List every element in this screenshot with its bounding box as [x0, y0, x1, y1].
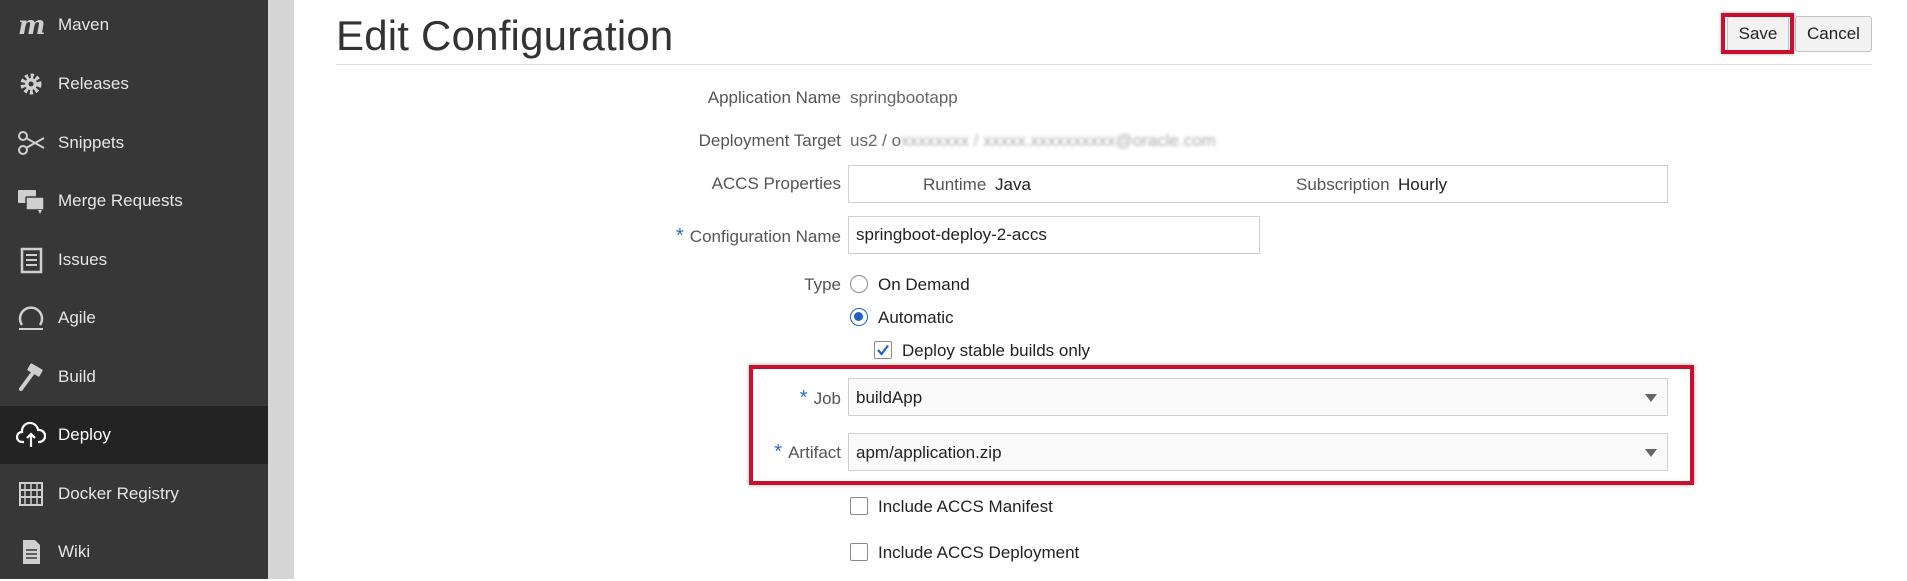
document-icon: [15, 536, 47, 568]
sidebar-item-wiki[interactable]: Wiki: [0, 523, 268, 581]
cloud-upload-icon: [15, 419, 47, 451]
gear-icon: [15, 68, 47, 100]
sidebar-item-label: Agile: [58, 308, 96, 327]
sidebar-item-label: Wiki: [58, 542, 91, 561]
chevron-down-icon: [1645, 449, 1657, 457]
deploy-stable-checkbox[interactable]: [874, 341, 892, 359]
sidebar: m Maven Releases Snippets Merge Requests…: [0, 0, 268, 579]
type-automatic-radio[interactable]: [850, 308, 868, 326]
include-manifest-checkbox[interactable]: [850, 497, 868, 515]
page-title: Edit Configuration: [336, 12, 674, 59]
sidebar-item-issues[interactable]: Issues: [0, 231, 268, 289]
subscription-label: Subscription: [1296, 175, 1390, 194]
checkmark-icon: [877, 344, 889, 356]
deployment-target-prefix: us2 / o: [850, 131, 902, 150]
sidebar-item-label: Build: [58, 367, 96, 386]
deployment-target-value: us2 / oxxxxxxxx / xxxxx.xxxxxxxxxx@oracl…: [850, 131, 1216, 151]
job-label-text: Job: [813, 389, 841, 408]
sidebar-item-label: Snippets: [58, 133, 125, 152]
configuration-name-text: Configuration Name: [689, 227, 841, 246]
scroll-gutter: [268, 0, 294, 579]
hammer-icon: [15, 361, 47, 393]
save-button[interactable]: Save: [1727, 16, 1789, 52]
sidebar-item-label: Issues: [58, 250, 108, 269]
sidebar-item-merge-requests[interactable]: Merge Requests: [0, 172, 268, 230]
deployment-target-label: Deployment Target: [698, 131, 841, 150]
sidebar-item-agile[interactable]: Agile: [0, 289, 268, 347]
sidebar-item-label: Releases: [58, 74, 129, 93]
include-deployment-checkbox[interactable]: [850, 543, 868, 561]
sidebar-item-docker-registry[interactable]: Docker Registry: [0, 465, 268, 523]
sidebar-item-label: Maven: [58, 15, 110, 34]
deploy-stable-label: Deploy stable builds only: [902, 341, 1091, 360]
artifact-label-text: Artifact: [788, 443, 841, 462]
accs-properties-label: ACCS Properties: [711, 174, 841, 193]
subscription-value: Hourly: [1398, 175, 1448, 194]
job-select[interactable]: buildApp: [848, 378, 1668, 416]
chat-bubbles-icon: [15, 185, 47, 217]
cancel-button[interactable]: Cancel: [1795, 16, 1872, 52]
sidebar-item-label: Docker Registry: [58, 484, 179, 503]
artifact-select[interactable]: apm/application.zip: [848, 433, 1668, 471]
chevron-down-icon: [1645, 394, 1657, 402]
sidebar-item-deploy[interactable]: Deploy: [0, 406, 268, 464]
sidebar-item-build[interactable]: Build: [0, 348, 268, 406]
sidebar-item-releases[interactable]: Releases: [0, 55, 268, 113]
configuration-name-label: * Configuration Name: [441, 225, 841, 248]
job-label: * Job: [441, 387, 841, 410]
runtime-label: Runtime: [923, 175, 987, 194]
required-marker: *: [676, 225, 684, 247]
application-name-label: Application Name: [707, 88, 841, 107]
maven-icon: m: [15, 9, 47, 41]
artifact-selected-value: apm/application.zip: [856, 443, 1002, 462]
application-name-value: springbootapp: [850, 88, 958, 107]
sidebar-item-snippets[interactable]: Snippets: [0, 114, 268, 172]
sidebar-item-maven[interactable]: m Maven: [0, 0, 268, 54]
job-selected-value: buildApp: [856, 388, 923, 407]
sidebar-item-label: Deploy: [58, 425, 111, 444]
type-label: Type: [804, 275, 841, 294]
deployment-target-redacted: xxxxxxxx / xxxxx.xxxxxxxxxx@oracle.com: [901, 131, 1216, 150]
type-on-demand-label: On Demand: [878, 275, 970, 294]
type-on-demand-radio[interactable]: [850, 275, 868, 293]
artifact-label: * Artifact: [441, 441, 841, 464]
required-marker: *: [799, 387, 808, 409]
accs-properties-box: Runtime Java Subscription Hourly: [848, 165, 1668, 203]
refresh-circle-icon: [15, 302, 47, 334]
server-icon: [15, 478, 47, 510]
scissors-icon: [15, 127, 47, 159]
title-divider: [336, 64, 1872, 65]
include-deployment-label: Include ACCS Deployment: [878, 543, 1080, 562]
clipboard-icon: [15, 244, 47, 276]
svg-text:m: m: [18, 11, 46, 40]
configuration-name-input[interactable]: [848, 216, 1260, 254]
include-manifest-label: Include ACCS Manifest: [878, 497, 1053, 516]
runtime-value: Java: [995, 175, 1031, 194]
required-marker: *: [774, 441, 783, 463]
sidebar-item-label: Merge Requests: [58, 191, 183, 210]
type-automatic-label: Automatic: [878, 308, 954, 327]
